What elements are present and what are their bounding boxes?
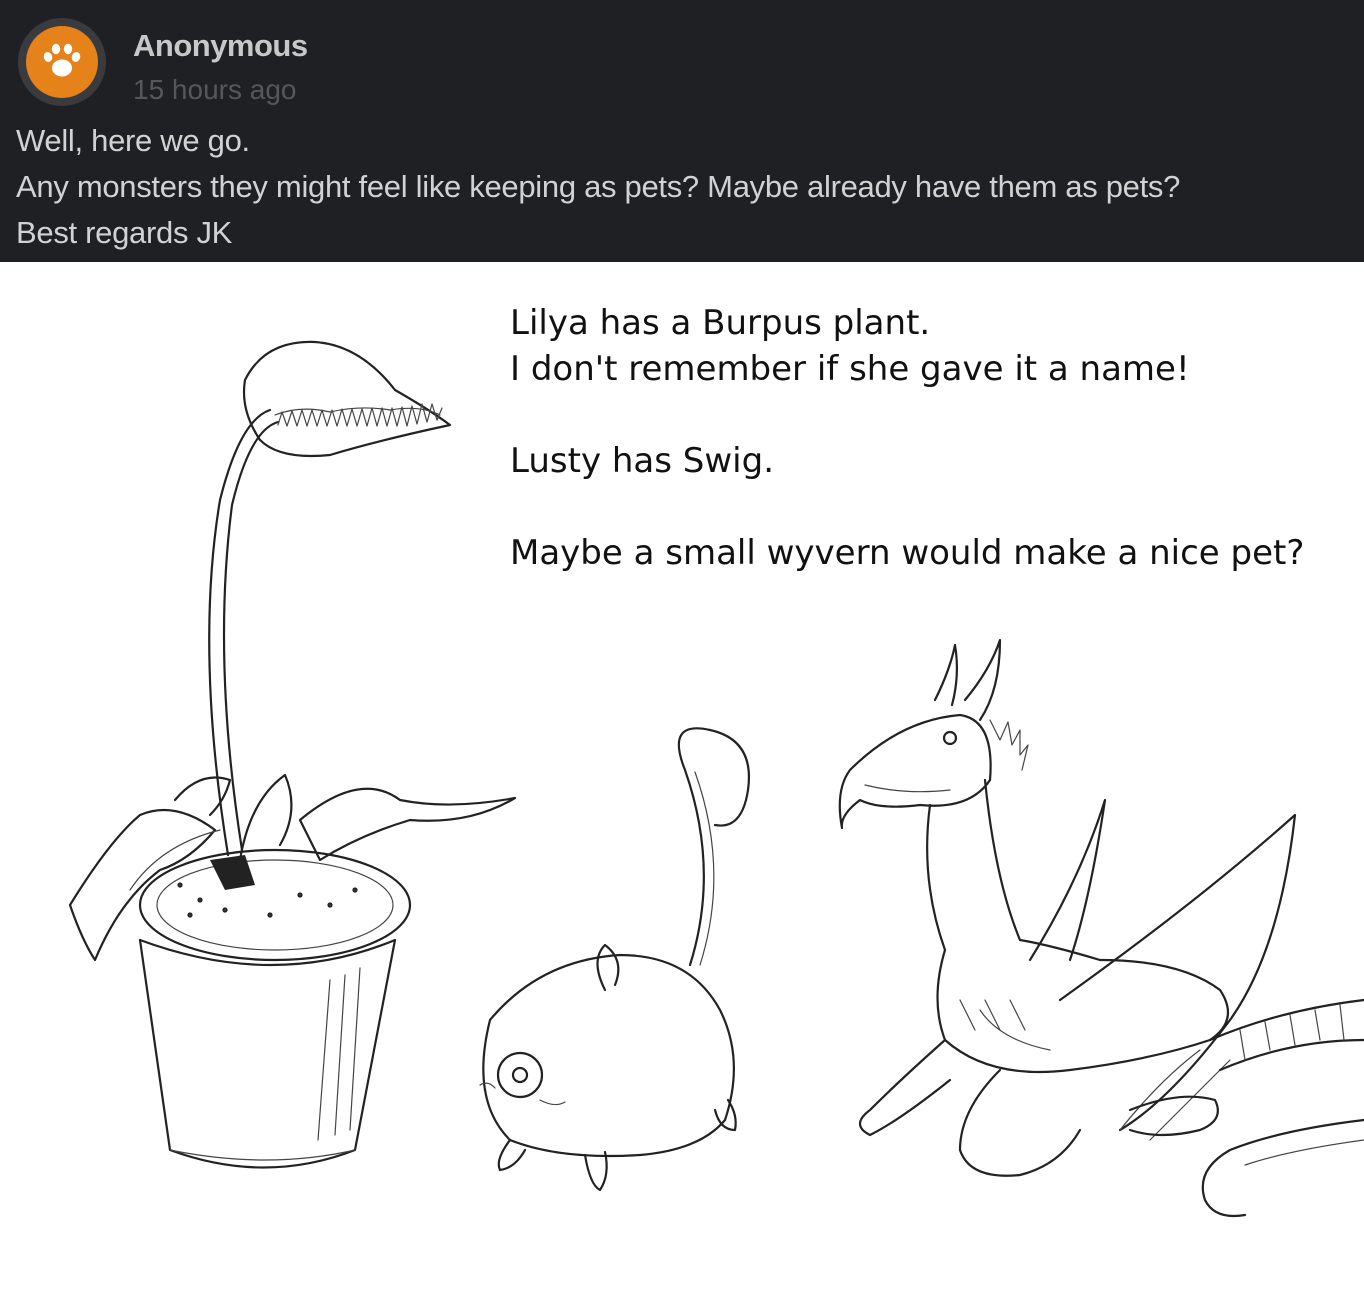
paw-icon — [43, 43, 81, 77]
illustration — [68, 340, 1364, 1218]
wyvern-illustration — [838, 638, 1364, 1218]
comment-body: Well, here we go. Any monsters they migh… — [16, 118, 1356, 256]
burpus-plant-illustration — [68, 340, 517, 1169]
avatar-badge — [26, 26, 98, 98]
comment-timestamp: 15 hours ago — [133, 74, 297, 105]
comment-line: Any monsters they might feel like keepin… — [16, 169, 1181, 204]
comment-line: Best regards JK — [16, 215, 233, 250]
avatar[interactable] — [18, 18, 106, 106]
author-name[interactable]: Anonymous — [133, 28, 308, 64]
comment-line: Well, here we go. — [16, 123, 250, 158]
comment-header: Anonymous 15 hours ago Well, here we go.… — [0, 0, 1364, 262]
swig-illustration — [479, 727, 750, 1192]
